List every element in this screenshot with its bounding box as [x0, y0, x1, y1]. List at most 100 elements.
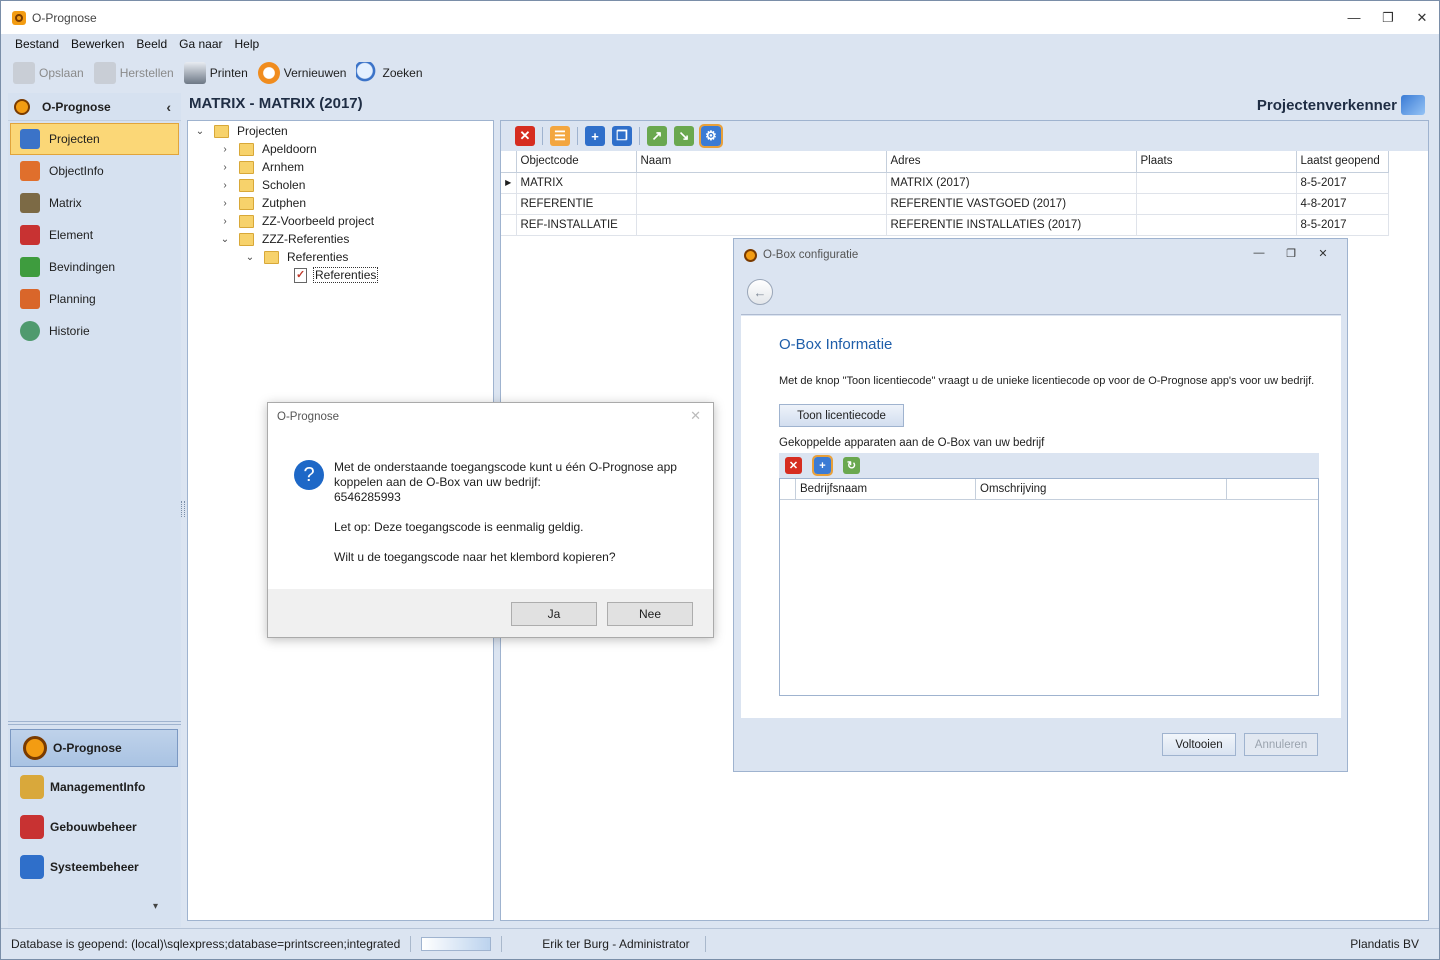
- copy-icon[interactable]: ❐: [612, 126, 632, 146]
- obox-configuration-dialog: O-Box configuratie — ❐ ✕ ← O-Box Informa…: [733, 238, 1348, 772]
- tree-node-projecten[interactable]: ⌄ Projecten: [194, 122, 288, 140]
- cell-plaats[interactable]: [1136, 172, 1297, 194]
- cell-plaats[interactable]: [1136, 193, 1297, 215]
- cell-laatst-geopend[interactable]: 8-5-2017: [1296, 172, 1389, 194]
- close-button[interactable]: ✕: [1405, 1, 1439, 34]
- cancel-button[interactable]: Annuleren: [1244, 733, 1318, 756]
- finish-button[interactable]: Voltooien: [1162, 733, 1236, 756]
- restore-changes-button[interactable]: Herstellen: [93, 61, 174, 84]
- cell-naam[interactable]: [636, 172, 887, 194]
- cell-naam[interactable]: [636, 214, 887, 236]
- open-document-icon[interactable]: ☰: [550, 126, 570, 146]
- nav-item-projecten[interactable]: Projecten: [10, 123, 179, 155]
- nav-overflow-chevron-icon[interactable]: ▾: [153, 901, 158, 912]
- nav-item-matrix[interactable]: Matrix: [8, 187, 181, 219]
- folder-icon: [239, 160, 254, 174]
- cell-adres[interactable]: REFERENTIE VASTGOED (2017): [886, 193, 1137, 215]
- toolbar-separator: [577, 127, 578, 145]
- save-button[interactable]: Opslaan: [13, 61, 84, 84]
- table-row[interactable]: ▶ MATRIX MATRIX (2017) 8-5-2017: [501, 172, 1389, 194]
- tree-node-scholen[interactable]: › Scholen: [219, 176, 305, 194]
- export-icon[interactable]: ↘: [674, 126, 694, 146]
- projects-icon: [20, 129, 40, 149]
- add-icon[interactable]: +: [585, 126, 605, 146]
- message-line: Met de onderstaande toegangscode kunt u …: [334, 460, 677, 489]
- restore-button[interactable]: ❐: [1371, 1, 1405, 34]
- column-header-naam[interactable]: Naam: [636, 151, 887, 173]
- expanded-chevron-icon[interactable]: ⌄: [194, 126, 206, 137]
- expanded-chevron-icon[interactable]: ⌄: [244, 252, 256, 263]
- tree-node-referenties-folder[interactable]: ⌄ Referenties: [244, 248, 349, 266]
- collapsed-chevron-icon[interactable]: ›: [219, 162, 231, 173]
- nav-item-planning[interactable]: Planning: [8, 283, 181, 315]
- module-systeembeheer[interactable]: Systeembeheer: [8, 848, 181, 886]
- column-header-adres[interactable]: Adres: [886, 151, 1137, 173]
- collapsed-chevron-icon[interactable]: ›: [219, 198, 231, 209]
- search-button[interactable]: Zoeken: [356, 61, 423, 84]
- collapsed-chevron-icon[interactable]: ›: [219, 144, 231, 155]
- expanded-chevron-icon[interactable]: ⌄: [219, 234, 231, 245]
- tree-node-referenties-item[interactable]: Referenties: [294, 266, 379, 284]
- nav-item-objectinfo[interactable]: ObjectInfo: [8, 155, 181, 187]
- module-oprognose[interactable]: O-Prognose: [10, 729, 178, 767]
- menu-help[interactable]: Help: [228, 37, 265, 51]
- module-gebouwbeheer[interactable]: Gebouwbeheer: [8, 808, 181, 846]
- settings-gear-icon[interactable]: ⚙: [699, 124, 723, 148]
- menu-ga-naar[interactable]: Ga naar: [173, 37, 228, 51]
- nav-splitter[interactable]: [8, 721, 181, 725]
- toolbar-separator: [542, 127, 543, 145]
- nav-item-historie[interactable]: Historie: [8, 315, 181, 347]
- cell-objectcode[interactable]: REF-INSTALLATIE: [516, 214, 637, 236]
- tree-node-zz-voorbeeld[interactable]: › ZZ-Voorbeeld project: [219, 212, 374, 230]
- minimize-button[interactable]: —: [1337, 1, 1371, 34]
- nav-item-bevindingen[interactable]: Bevindingen: [8, 251, 181, 283]
- delete-device-icon[interactable]: ✕: [785, 457, 802, 474]
- collapsed-chevron-icon[interactable]: ›: [219, 216, 231, 227]
- obox-content: O-Box Informatie Met de knop "Toon licen…: [741, 316, 1341, 718]
- main-toolbar: Opslaan Herstellen Printen Vernieuwen Zo…: [1, 56, 1439, 89]
- collapse-chevron-icon[interactable]: ‹: [166, 99, 171, 115]
- refresh-devices-icon[interactable]: ↻: [843, 457, 860, 474]
- cell-plaats[interactable]: [1136, 214, 1297, 236]
- import-icon[interactable]: ↗: [647, 126, 667, 146]
- back-arrow-icon[interactable]: ←: [747, 279, 773, 305]
- column-header-objectcode[interactable]: Objectcode: [516, 151, 637, 173]
- delete-icon[interactable]: ✕: [515, 126, 535, 146]
- menu-beeld[interactable]: Beeld: [130, 37, 173, 51]
- cell-naam[interactable]: [636, 193, 887, 215]
- menu-bewerken[interactable]: Bewerken: [65, 37, 130, 51]
- vertical-splitter[interactable]: [181, 501, 185, 517]
- folder-icon: [264, 250, 279, 264]
- show-license-code-button[interactable]: Toon licentiecode: [779, 404, 904, 427]
- column-header-laatst-geopend[interactable]: Laatst geopend: [1296, 151, 1389, 173]
- yes-button[interactable]: Ja: [511, 602, 597, 626]
- cell-objectcode[interactable]: REFERENTIE: [516, 193, 637, 215]
- cell-adres[interactable]: REFERENTIE INSTALLATIES (2017): [886, 214, 1137, 236]
- column-header-bedrijfsnaam[interactable]: Bedrijfsnaam: [796, 479, 976, 499]
- cell-adres[interactable]: MATRIX (2017): [886, 172, 1137, 194]
- module-managementinfo[interactable]: ManagementInfo: [8, 768, 181, 806]
- obox-minimize-button[interactable]: —: [1243, 247, 1275, 260]
- menu-bestand[interactable]: Bestand: [9, 37, 65, 51]
- refresh-button[interactable]: Vernieuwen: [257, 61, 346, 84]
- tree-node-zutphen[interactable]: › Zutphen: [219, 194, 306, 212]
- table-row[interactable]: REF-INSTALLATIE REFERENTIE INSTALLATIES …: [501, 214, 1389, 236]
- obox-restore-button[interactable]: ❐: [1275, 247, 1307, 260]
- column-header-plaats[interactable]: Plaats: [1136, 151, 1297, 173]
- cell-laatst-geopend[interactable]: 8-5-2017: [1296, 214, 1389, 236]
- table-row[interactable]: REFERENTIE REFERENTIE VASTGOED (2017) 4-…: [501, 193, 1389, 215]
- page-title: MATRIX - MATRIX (2017): [189, 95, 363, 112]
- print-button[interactable]: Printen: [183, 61, 248, 84]
- dialog-close-icon[interactable]: ✕: [690, 408, 701, 424]
- add-device-icon[interactable]: +: [812, 455, 833, 476]
- tree-node-apeldoorn[interactable]: › Apeldoorn: [219, 140, 316, 158]
- nav-item-element[interactable]: Element: [8, 219, 181, 251]
- tree-node-arnhem[interactable]: › Arnhem: [219, 158, 304, 176]
- obox-close-button[interactable]: ✕: [1307, 247, 1339, 260]
- no-button[interactable]: Nee: [607, 602, 693, 626]
- column-header-omschrijving[interactable]: Omschrijving: [976, 479, 1227, 499]
- cell-laatst-geopend[interactable]: 4-8-2017: [1296, 193, 1389, 215]
- collapsed-chevron-icon[interactable]: ›: [219, 180, 231, 191]
- tree-node-zzz-referenties[interactable]: ⌄ ZZZ-Referenties: [219, 230, 350, 248]
- cell-objectcode[interactable]: MATRIX: [516, 172, 637, 194]
